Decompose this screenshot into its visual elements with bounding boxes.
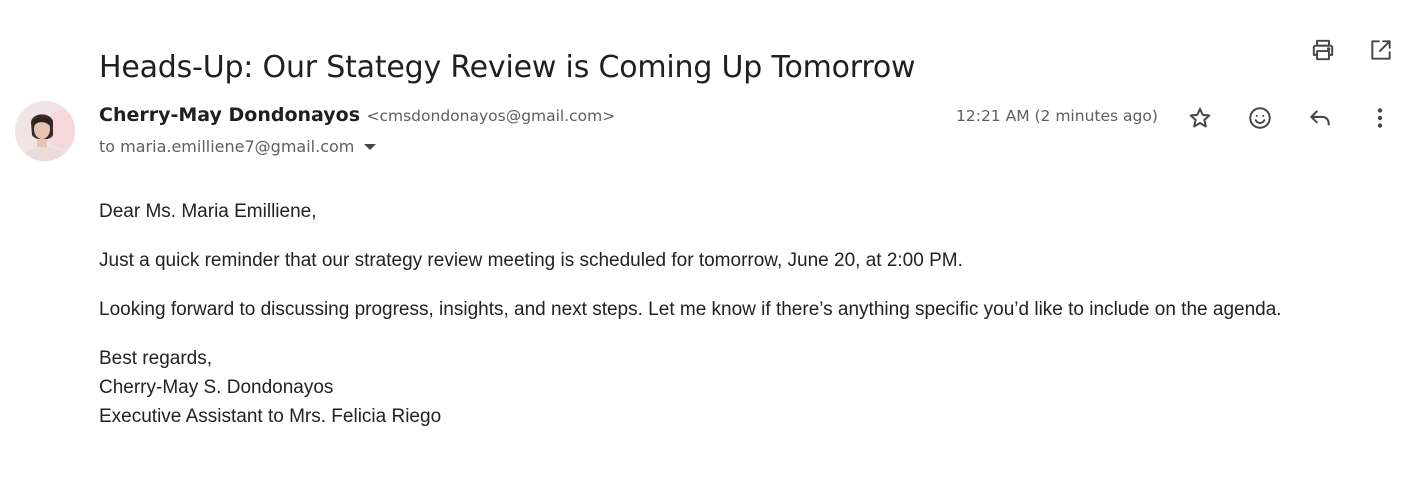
email-paragraph-2: Looking forward to discussing progress, …	[99, 299, 1282, 320]
email-body: Dear Ms. Maria Emilliene, Just a quick r…	[99, 197, 1399, 431]
thread-actions	[1309, 36, 1395, 64]
open-in-new-window-button[interactable]	[1367, 36, 1395, 64]
more-vertical-icon	[1367, 105, 1393, 131]
printer-icon	[1310, 37, 1336, 63]
sender-avatar[interactable]	[15, 101, 75, 161]
email-paragraph-1: Just a quick reminder that our strategy …	[99, 250, 963, 271]
sender-email: <cmsdondonayos@gmail.com>	[366, 107, 616, 125]
reply-button[interactable]	[1306, 104, 1334, 132]
email-greeting: Dear Ms. Maria Emilliene,	[99, 201, 317, 222]
sender-name[interactable]: Cherry-May Dondonayos	[99, 104, 360, 126]
recipient-text: to maria.emilliene7@gmail.com	[99, 137, 355, 156]
emoji-reaction-icon	[1247, 105, 1273, 131]
star-button[interactable]	[1186, 104, 1214, 132]
reply-icon	[1307, 105, 1333, 131]
print-button[interactable]	[1309, 36, 1337, 64]
email-signature: Best regards, Cherry-May S. Dondonayos E…	[99, 344, 1399, 431]
email-subject: Heads-Up: Our Stategy Review is Coming U…	[99, 50, 916, 86]
signature-title: Executive Assistant to Mrs. Felicia Rieg…	[99, 406, 442, 427]
chevron-down-icon[interactable]	[364, 143, 377, 150]
open-in-new-window-icon	[1368, 37, 1394, 63]
more-options-button[interactable]	[1366, 104, 1394, 132]
emoji-reaction-button[interactable]	[1246, 104, 1274, 132]
recipient-info: to maria.emilliene7@gmail.com	[99, 137, 377, 156]
email-closing: Best regards,	[99, 348, 212, 369]
email-timestamp: 12:21 AM (2 minutes ago)	[956, 107, 1158, 125]
star-icon	[1187, 105, 1213, 131]
message-actions	[1186, 104, 1394, 132]
sender-info: Cherry-May Dondonayos <cmsdondonayos@gma…	[99, 104, 615, 126]
signature-name: Cherry-May S. Dondonayos	[99, 377, 334, 398]
